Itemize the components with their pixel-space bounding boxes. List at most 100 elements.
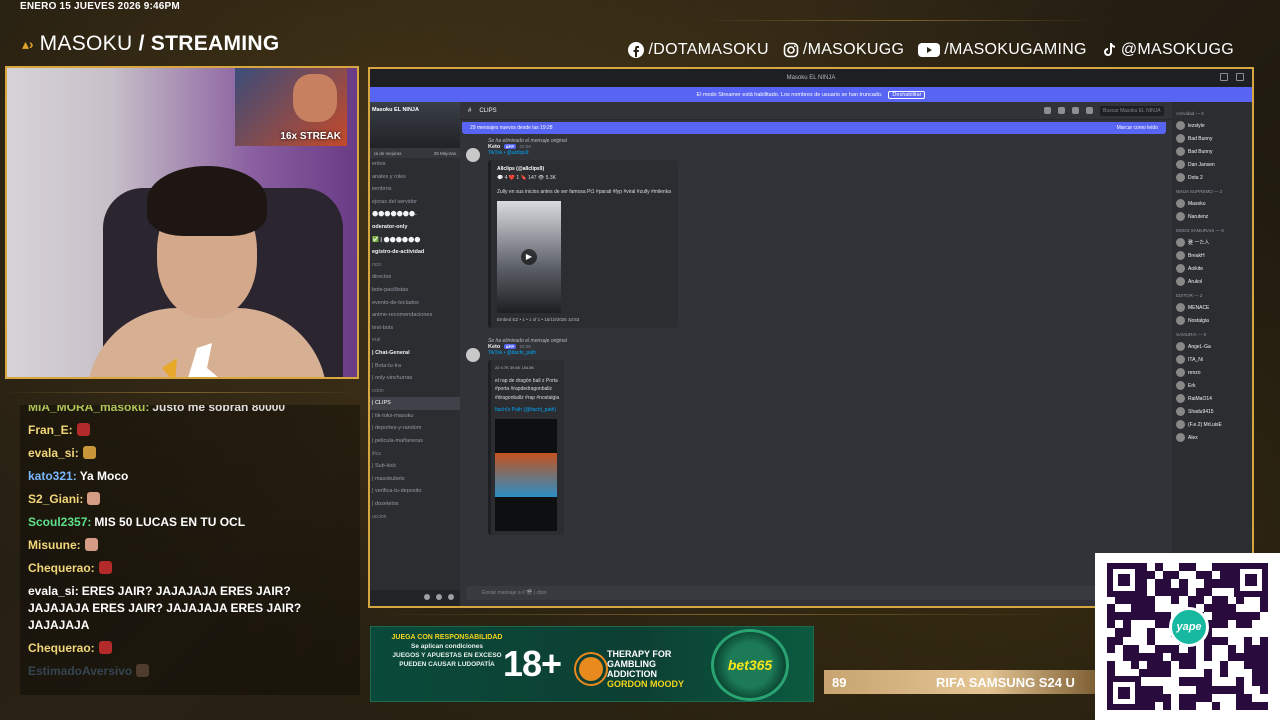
play-icon[interactable]: ▶ xyxy=(521,249,537,265)
qr-module xyxy=(1155,596,1163,604)
chat-username[interactable]: S2_Giani: xyxy=(28,492,83,506)
chat-username[interactable]: Misuune: xyxy=(28,538,81,552)
channel-item[interactable]: | deportes-y-random xyxy=(370,422,460,435)
channel-item[interactable]: iembros xyxy=(370,183,460,196)
tiktok-embed: Allclips (@allclips9) 💬 4 ❤️ 1 🔖 147 👁 5… xyxy=(488,160,678,328)
channel-item[interactable]: directos xyxy=(370,271,460,284)
message-link[interactable]: TikTok • @alclips9 xyxy=(488,150,1172,156)
boost-bar[interactable]: ra de mejoras 25 Mejoras xyxy=(370,148,460,158)
avatar xyxy=(1176,238,1185,247)
channel-item[interactable]: oderator-only xyxy=(370,221,460,234)
notifications-icon[interactable] xyxy=(1058,107,1065,114)
video-frame xyxy=(495,452,557,497)
member-item[interactable]: Narutenz xyxy=(1176,210,1248,223)
channel-item[interactable]: | dosetelos xyxy=(370,498,460,511)
member-item[interactable]: Nostalgia xyxy=(1176,314,1248,327)
headphones-icon[interactable] xyxy=(436,594,442,600)
member-item[interactable]: Erk xyxy=(1176,379,1248,392)
member-item[interactable]: MENACE xyxy=(1176,301,1248,314)
member-item[interactable]: AngeL-Ga xyxy=(1176,340,1248,353)
channel-item[interactable]: uccion xyxy=(370,511,460,524)
channel-item[interactable]: anales y roles xyxy=(370,171,460,184)
video-thumbnail[interactable] xyxy=(495,418,557,531)
channel-item[interactable]: | Bota-tu-Ira xyxy=(370,360,460,373)
member-item[interactable]: Bad Bunny xyxy=(1176,145,1248,158)
search-input[interactable]: Buscar Masoku EL NINJA xyxy=(1100,105,1164,116)
pin-icon[interactable] xyxy=(1072,107,1079,114)
avatar[interactable] xyxy=(466,348,480,362)
qr-module xyxy=(1107,620,1116,629)
chat-username[interactable]: evala_si: xyxy=(28,446,79,460)
channel-item[interactable]: | masokubets xyxy=(370,473,460,486)
new-messages-bar[interactable]: 29 mensajes nuevos desde las 19:28 Marca… xyxy=(462,122,1166,134)
help-icon[interactable] xyxy=(1236,73,1244,81)
channel-item[interactable]: ncio xyxy=(370,259,460,272)
qr-module xyxy=(1115,645,1123,653)
channel-item[interactable]: | CLIPS xyxy=(370,397,460,410)
qr-module xyxy=(1236,645,1244,653)
qr-module xyxy=(1220,677,1228,685)
social-label: @MASOKUGG xyxy=(1120,41,1234,58)
chat-username[interactable]: kato321: xyxy=(28,469,77,483)
qr-module xyxy=(1107,653,1115,661)
channel-item[interactable]: | pelicula-mañaneras xyxy=(370,435,460,448)
qr-module xyxy=(1171,563,1179,571)
chat-username[interactable]: Scoul2357: xyxy=(28,515,91,529)
server-banner[interactable]: Masoku EL NINJA xyxy=(370,102,460,148)
member-item[interactable]: Bad Bunny xyxy=(1176,132,1248,145)
member-item[interactable]: Arukol xyxy=(1176,275,1248,288)
channel-item[interactable]: test-bots xyxy=(370,322,460,335)
member-item[interactable]: BreakH xyxy=(1176,249,1248,262)
channel-item[interactable]: | verifica-tu-deposito xyxy=(370,485,460,498)
qr-module xyxy=(1155,661,1164,670)
chat-username[interactable]: Fran_E: xyxy=(28,423,73,437)
member-item[interactable]: RaiMaO14 xyxy=(1176,392,1248,405)
channel-item[interactable]: anime-recomendaciones xyxy=(370,309,460,322)
channel-item[interactable]: | only-vinchurras xyxy=(370,372,460,385)
channel-item[interactable]: | tik-toks-masoku xyxy=(370,410,460,423)
chat-username[interactable]: evala_si: xyxy=(28,584,79,598)
channel-item[interactable]: ccion xyxy=(370,385,460,398)
member-item[interactable]: ITA_Ni xyxy=(1176,353,1248,366)
member-item[interactable]: Aoikite xyxy=(1176,262,1248,275)
channel-item[interactable]: entos xyxy=(370,158,460,171)
channel-item[interactable]: ejoras del servidor xyxy=(370,196,460,209)
channel-item[interactable]: | Chat-General xyxy=(370,347,460,360)
settings-icon[interactable] xyxy=(448,594,454,600)
message-input[interactable]: Enviar mensaje a # 🎬 | clips xyxy=(466,586,1166,600)
chat-username[interactable]: Chequerao: xyxy=(28,561,95,575)
microphone-icon[interactable] xyxy=(424,594,430,600)
channel-item[interactable]: ifica xyxy=(370,448,460,461)
embed-author[interactable]: Itachi's Path (@itachi_path) xyxy=(495,406,560,415)
channel-item[interactable]: ✅ | ⬤⬤⬤⬤⬤⬤ xyxy=(370,234,460,247)
threads-icon[interactable] xyxy=(1044,107,1051,114)
server-name[interactable]: Masoku EL NINJA xyxy=(372,107,419,113)
chat-username[interactable]: EstimadoAversivo xyxy=(28,664,132,678)
avatar[interactable] xyxy=(466,148,480,162)
channel-item[interactable]: ⬤⬤⬤⬤⬤⬤⬤. xyxy=(370,208,460,221)
member-item[interactable]: lezstyle xyxy=(1176,119,1248,132)
member-name: MENACE xyxy=(1188,304,1210,311)
channel-item[interactable]: eral xyxy=(370,334,460,347)
member-item[interactable]: Masoku xyxy=(1176,197,1248,210)
member-item[interactable]: Shadu9415 xyxy=(1176,405,1248,418)
embed-title[interactable]: Allclips (@allclips9) xyxy=(497,166,672,172)
mark-read-button[interactable]: Marcar como leído xyxy=(1117,125,1158,131)
message-link[interactable]: TikTok • @itachi_path xyxy=(488,350,1172,356)
members-icon[interactable] xyxy=(1086,107,1093,114)
member-item[interactable]: Dan Jansen xyxy=(1176,158,1248,171)
chat-username[interactable]: MIA_MORA_masoku: xyxy=(28,405,149,414)
member-item[interactable]: Dota 2 xyxy=(1176,171,1248,184)
channel-item[interactable]: bots-pacillistas xyxy=(370,284,460,297)
channel-item[interactable]: | Sub-kick xyxy=(370,460,460,473)
disable-streamer-mode-button[interactable]: Deshabilitar xyxy=(888,90,926,99)
video-thumbnail[interactable]: ▶ xyxy=(497,201,561,313)
member-item[interactable]: 雅 一た人 xyxy=(1176,236,1248,249)
member-item[interactable]: (F.e.2) MrLuisE xyxy=(1176,418,1248,431)
member-item[interactable]: renzo xyxy=(1176,366,1248,379)
inbox-icon[interactable] xyxy=(1220,73,1228,81)
chat-username[interactable]: Chequerao: xyxy=(28,641,95,655)
member-item[interactable]: Alex xyxy=(1176,431,1248,444)
channel-item[interactable]: evento-de-teclados xyxy=(370,297,460,310)
channel-item[interactable]: egistro-de-actividad xyxy=(370,246,460,259)
